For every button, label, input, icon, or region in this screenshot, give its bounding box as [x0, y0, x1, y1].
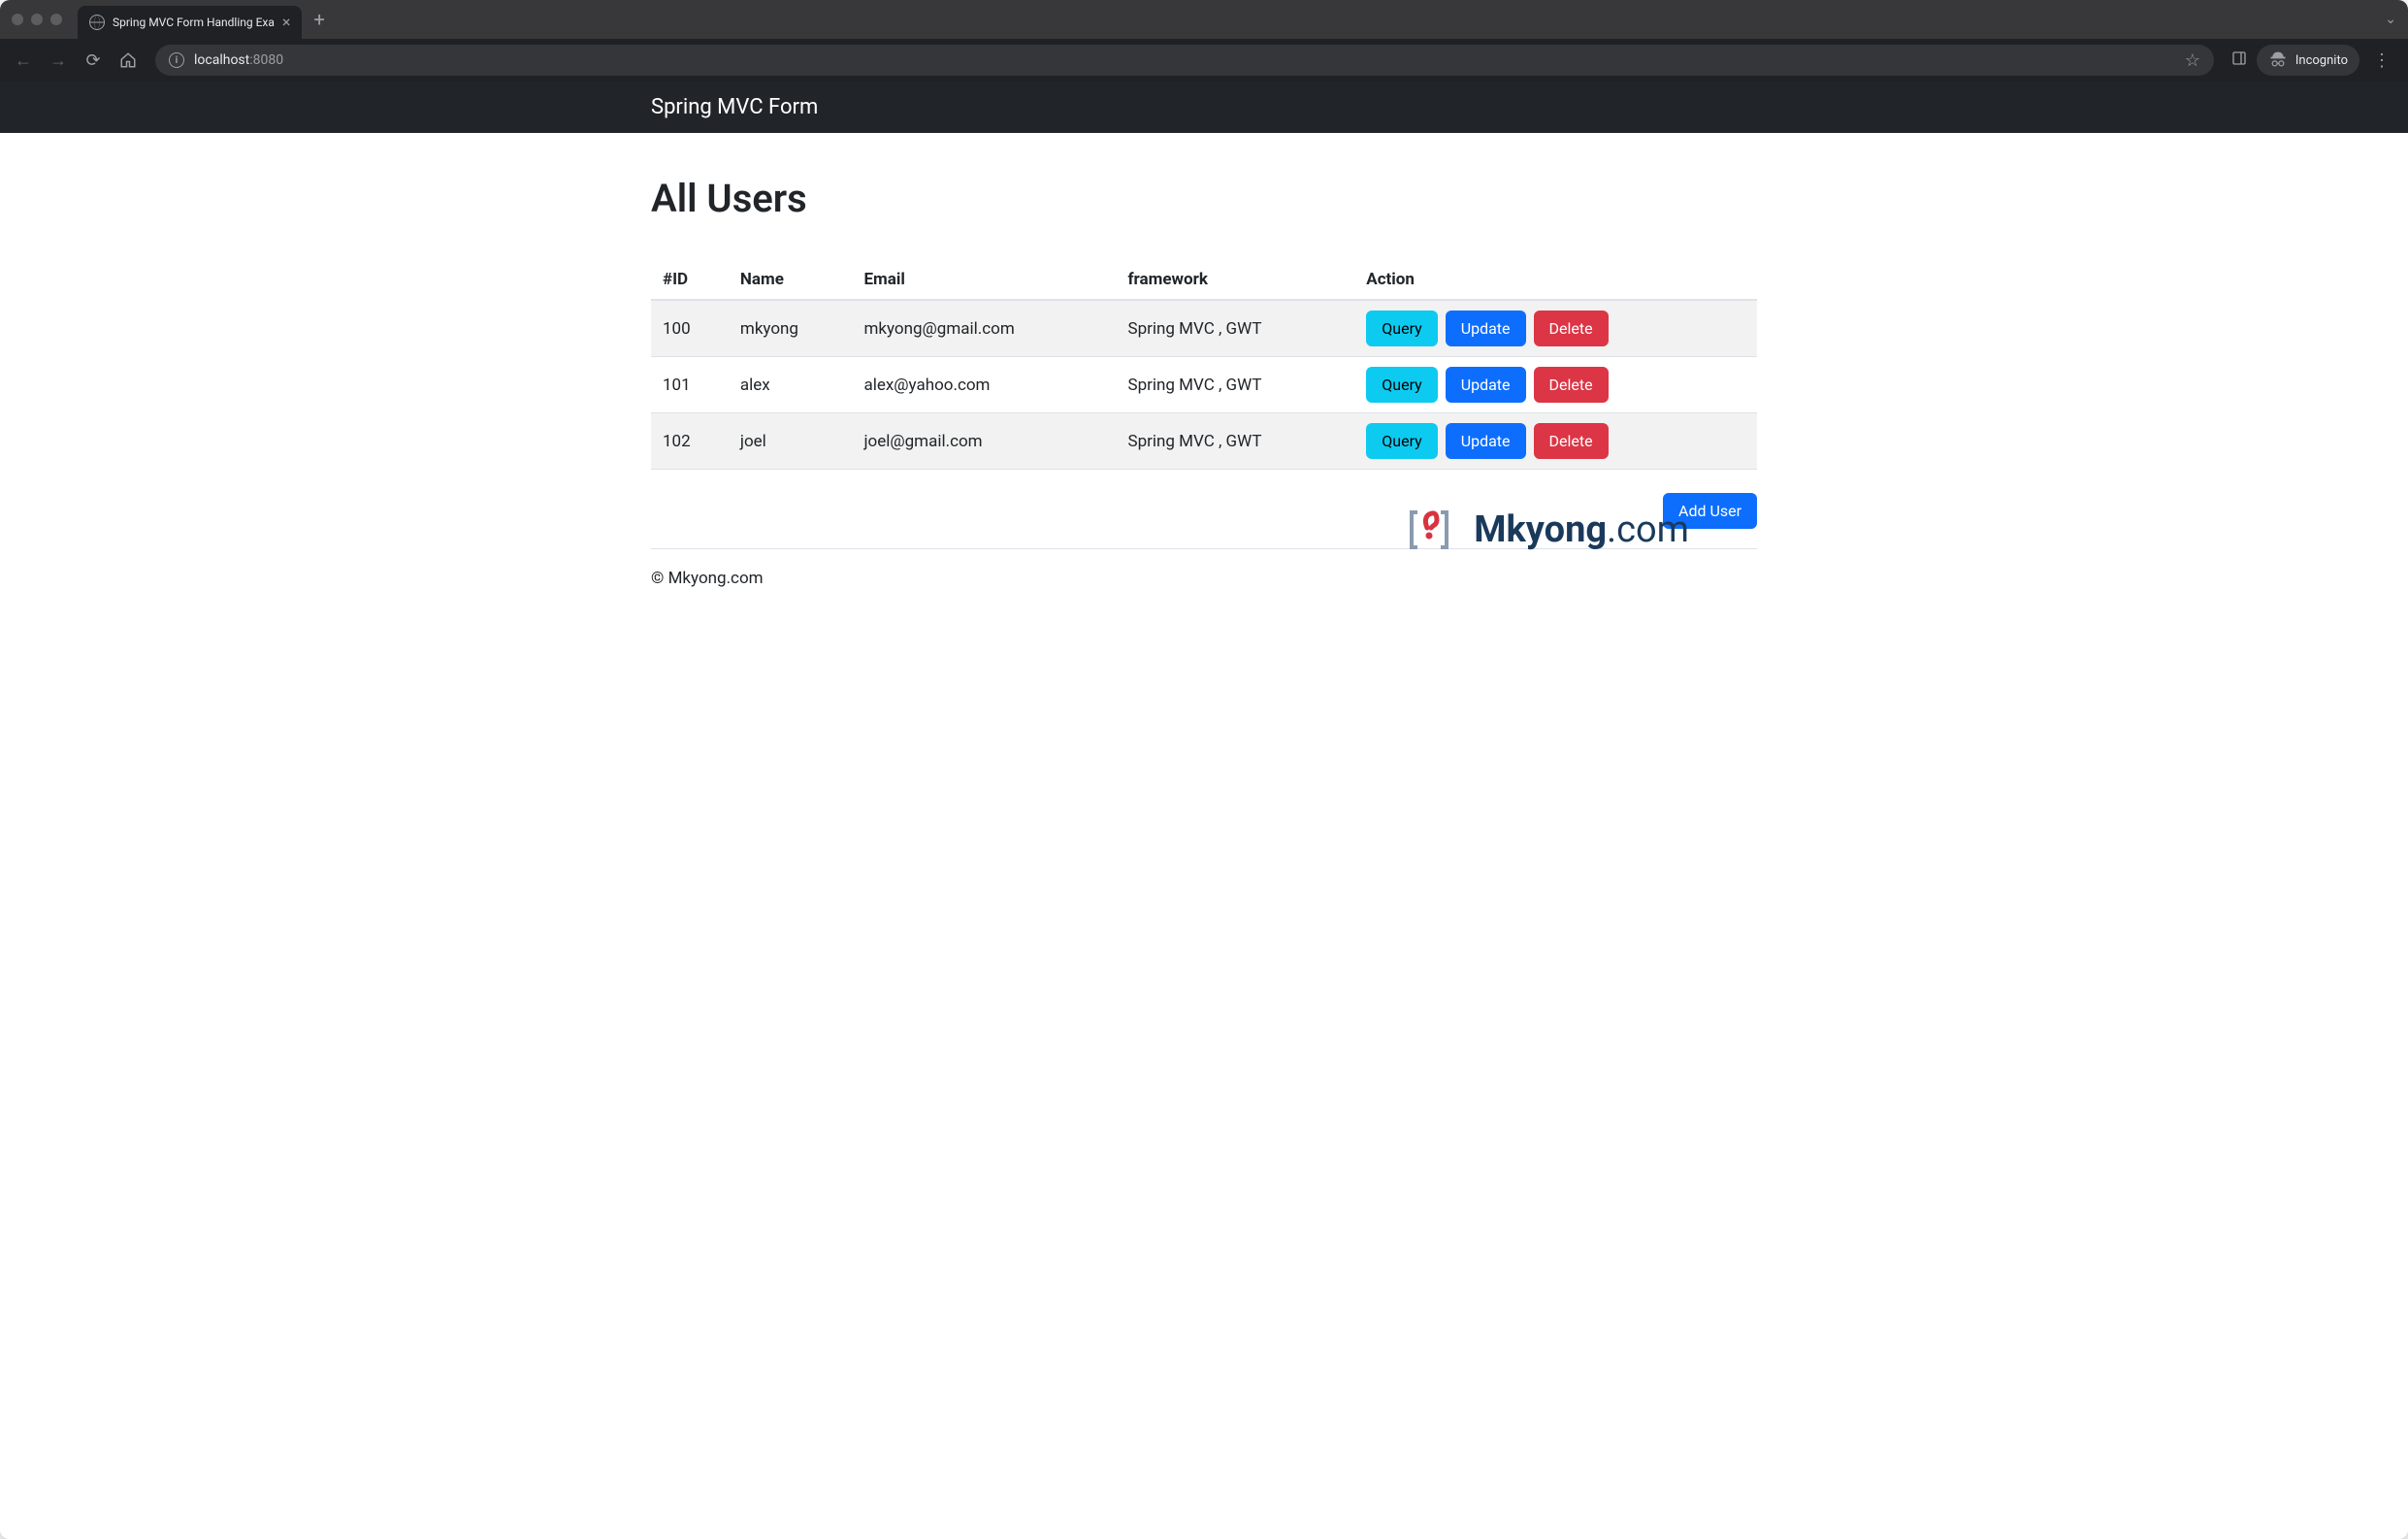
page-content: Spring MVC Form All Users #ID Name Email…	[0, 82, 2408, 1539]
address-bar: ← → ⟳ i localhost:8080 ☆	[0, 39, 2408, 82]
page-title: All Users	[651, 176, 1757, 221]
tab-title: Spring MVC Form Handling Exa	[113, 16, 275, 29]
update-button[interactable]: Update	[1446, 311, 1526, 346]
table-row: 100mkyongmkyong@gmail.comSpring MVC , GW…	[651, 300, 1757, 357]
panel-icon[interactable]	[2226, 50, 2253, 70]
forward-button[interactable]: →	[43, 45, 74, 76]
globe-icon	[89, 15, 105, 30]
users-table: #ID Name Email framework Action 100mkyon…	[651, 260, 1757, 470]
delete-button[interactable]: Delete	[1534, 367, 1609, 403]
browser-menu-icon[interactable]: ⋮	[2363, 50, 2400, 71]
cell-framework: Spring MVC , GWT	[1116, 300, 1354, 357]
app-navbar: Spring MVC Form	[0, 82, 2408, 133]
cell-name: joel	[729, 413, 853, 470]
cell-email: mkyong@gmail.com	[852, 300, 1116, 357]
url-field[interactable]: i localhost:8080 ☆	[155, 45, 2214, 76]
column-header-name: Name	[729, 260, 853, 300]
cell-action: QueryUpdateDelete	[1354, 357, 1757, 413]
column-header-email: Email	[852, 260, 1116, 300]
new-tab-button[interactable]: +	[313, 10, 324, 29]
users-table-body: 100mkyongmkyong@gmail.comSpring MVC , GW…	[651, 300, 1757, 470]
cell-name: alex	[729, 357, 853, 413]
cell-email: joel@gmail.com	[852, 413, 1116, 470]
cell-id: 102	[651, 413, 729, 470]
site-info-icon[interactable]: i	[169, 52, 184, 68]
cell-framework: Spring MVC , GWT	[1116, 413, 1354, 470]
table-row: 102joeljoel@gmail.comSpring MVC , GWTQue…	[651, 413, 1757, 470]
update-button[interactable]: Update	[1446, 423, 1526, 459]
close-tab-icon[interactable]: ×	[282, 15, 291, 30]
url-text: localhost:8080	[194, 52, 283, 68]
home-button[interactable]	[113, 45, 144, 76]
mkyong-logo-icon	[1400, 501, 1458, 559]
incognito-label: Incognito	[2295, 53, 2348, 68]
title-bar: Spring MVC Form Handling Exa × + ⌄	[0, 0, 2408, 39]
cell-id: 101	[651, 357, 729, 413]
cell-name: mkyong	[729, 300, 853, 357]
back-button[interactable]: ←	[8, 45, 39, 76]
table-row: 101alexalex@yahoo.comSpring MVC , GWTQue…	[651, 357, 1757, 413]
incognito-icon	[2268, 50, 2288, 70]
bookmark-star-icon[interactable]: ☆	[2185, 50, 2200, 71]
column-header-action: Action	[1354, 260, 1757, 300]
mkyong-logo-text: Mkyong.com	[1474, 508, 1689, 551]
delete-button[interactable]: Delete	[1534, 311, 1609, 346]
cell-action: Query UpdateDelete	[1354, 300, 1757, 357]
reload-button[interactable]: ⟳	[78, 45, 109, 76]
incognito-badge[interactable]: Incognito	[2257, 45, 2359, 76]
column-header-id: #ID	[651, 260, 729, 300]
traffic-lights	[12, 14, 62, 25]
cell-email: alex@yahoo.com	[852, 357, 1116, 413]
query-button[interactable]: Query	[1366, 311, 1437, 346]
tabs-dropdown-icon[interactable]: ⌄	[2385, 12, 2396, 27]
cell-action: QueryUpdateDelete	[1354, 413, 1757, 470]
footer-text: © Mkyong.com	[651, 569, 1757, 588]
query-button[interactable]: Query	[1366, 367, 1437, 403]
close-window-button[interactable]	[12, 14, 23, 25]
browser-tab[interactable]: Spring MVC Form Handling Exa ×	[78, 6, 302, 39]
update-button[interactable]: Update	[1446, 367, 1526, 403]
minimize-window-button[interactable]	[31, 14, 43, 25]
navbar-brand[interactable]: Spring MVC Form	[651, 95, 818, 119]
delete-button[interactable]: Delete	[1534, 423, 1609, 459]
browser-window: Spring MVC Form Handling Exa × + ⌄ ← → ⟳…	[0, 0, 2408, 1539]
mkyong-logo: Mkyong.com	[1400, 501, 1689, 559]
query-button[interactable]: Query	[1366, 423, 1437, 459]
cell-id: 100	[651, 300, 729, 357]
column-header-framework: framework	[1116, 260, 1354, 300]
maximize-window-button[interactable]	[50, 14, 62, 25]
cell-framework: Spring MVC , GWT	[1116, 357, 1354, 413]
